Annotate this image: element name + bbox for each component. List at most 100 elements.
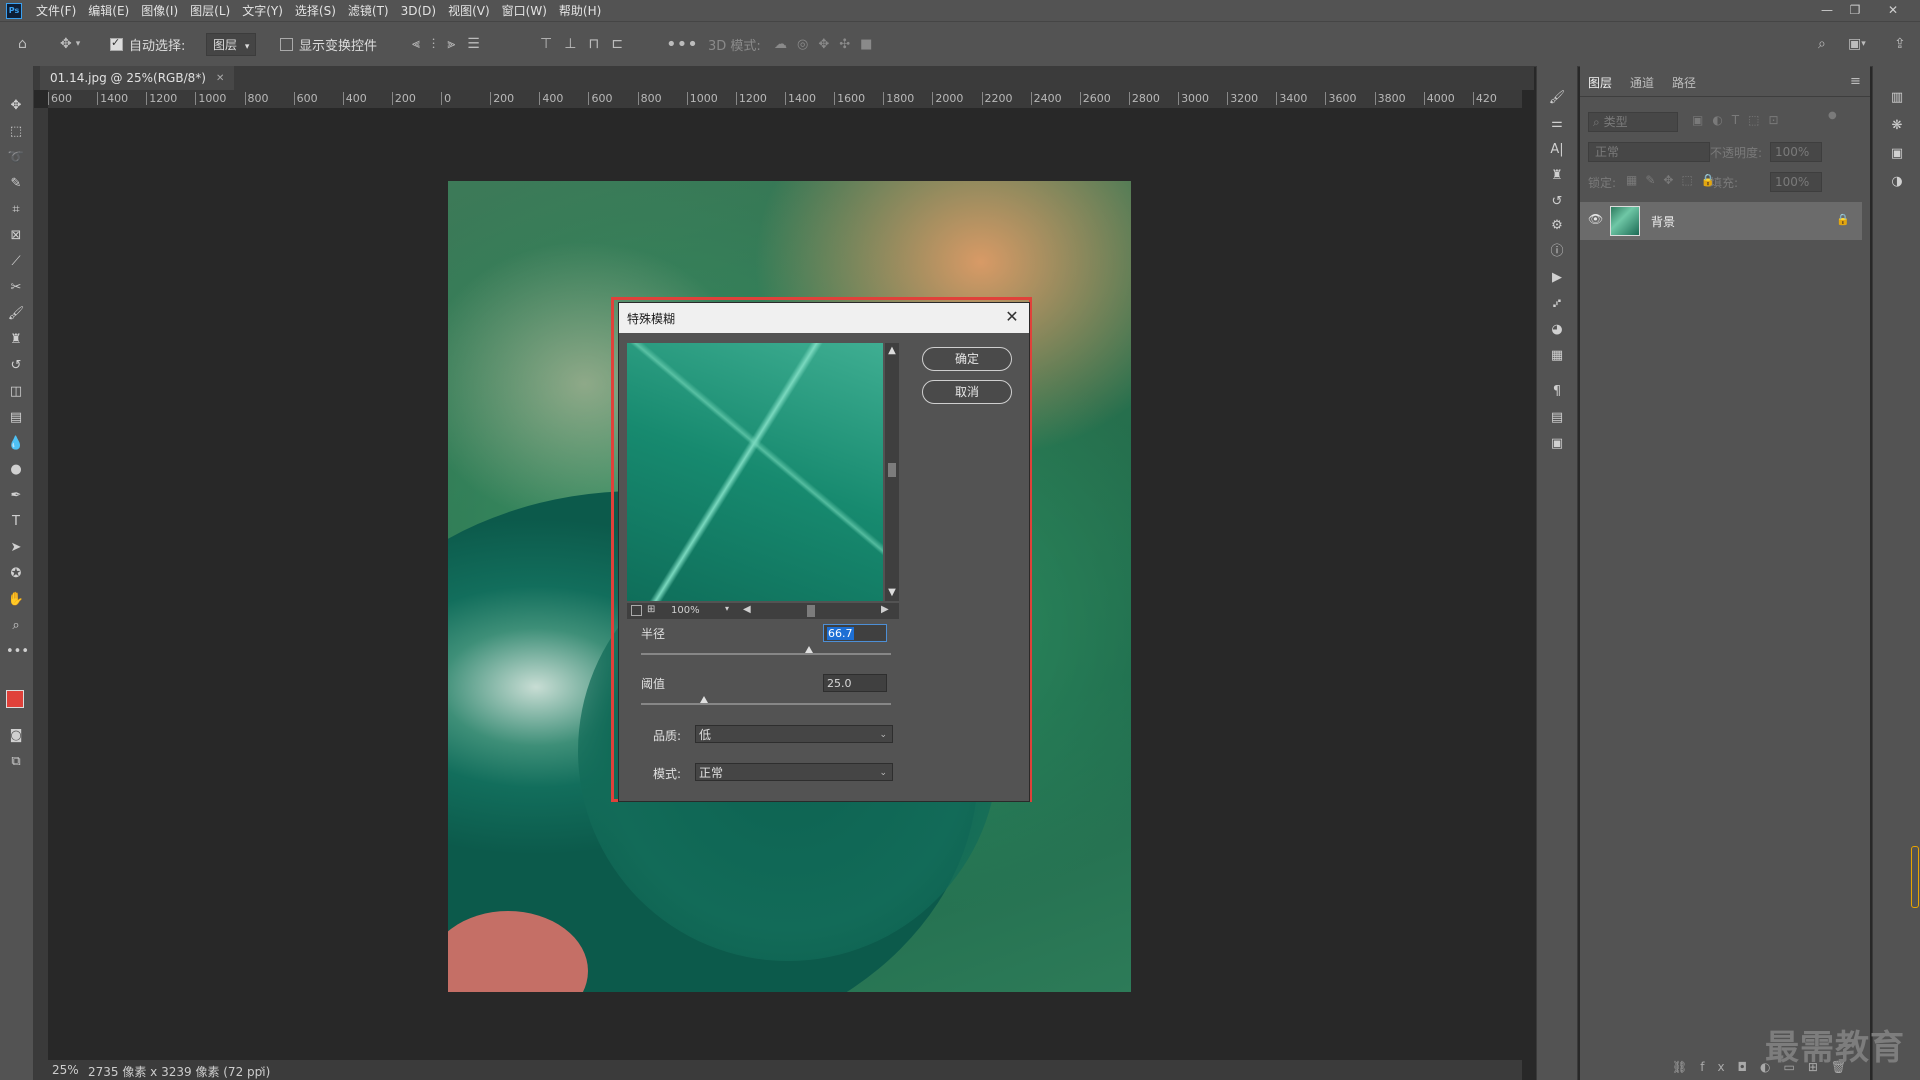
- type-tool-icon[interactable]: T: [6, 512, 26, 532]
- tab-layers[interactable]: 图层: [1588, 74, 1612, 91]
- tab-paths[interactable]: 路径: [1672, 74, 1696, 91]
- notes-icon[interactable]: ▣: [1547, 434, 1567, 454]
- threshold-slider[interactable]: [641, 696, 891, 705]
- adjustments-icon[interactable]: ⚌: [1547, 114, 1567, 134]
- path-select-tool-icon[interactable]: ➤: [6, 538, 26, 558]
- brush-tool-icon[interactable]: 🖌: [6, 304, 26, 324]
- search-icon[interactable]: ⌕: [1818, 22, 1826, 66]
- cancel-button[interactable]: 取消: [922, 380, 1012, 404]
- color-icon[interactable]: ◕: [1547, 320, 1567, 340]
- document-tab[interactable]: 01.14.jpg @ 25%(RGB/8*) ✕: [40, 66, 235, 90]
- character-icon[interactable]: A|: [1547, 140, 1567, 160]
- more-options-icon[interactable]: •••: [666, 22, 698, 66]
- menu-select[interactable]: 选择(S): [289, 2, 342, 19]
- menu-3d[interactable]: 3D(D): [395, 4, 442, 18]
- distribute-buttons[interactable]: ⊤⊥⊓⊏: [540, 22, 635, 66]
- close-icon[interactable]: ✕: [1001, 306, 1023, 328]
- clone-stamp-tool-icon[interactable]: ♜: [6, 330, 26, 350]
- scroll-down-icon[interactable]: ▼: [886, 587, 898, 599]
- move-tool-icon[interactable]: ✥: [6, 96, 26, 116]
- paragraph-icon[interactable]: ¶: [1547, 382, 1567, 402]
- move-tool-preset-icon[interactable]: ✥ ▾: [60, 22, 80, 66]
- fill-input[interactable]: 100%: [1770, 172, 1822, 192]
- tab-channels[interactable]: 通道: [1630, 74, 1654, 91]
- lasso-tool-icon[interactable]: ➰: [6, 148, 26, 168]
- scroll-indicator[interactable]: [1911, 846, 1919, 908]
- menu-help[interactable]: 帮助(H): [553, 2, 607, 19]
- frame-tool-icon[interactable]: ⊠: [6, 226, 26, 246]
- pen-tool-icon[interactable]: ✒: [6, 486, 26, 506]
- menu-window[interactable]: 窗口(W): [496, 2, 553, 19]
- auto-select-checkbox[interactable]: 自动选择:: [110, 22, 185, 66]
- opacity-input[interactable]: 100%: [1770, 142, 1822, 162]
- scroll-right-icon[interactable]: ▶: [881, 604, 889, 615]
- blend-mode-select[interactable]: 正常: [1588, 142, 1710, 162]
- h-scroll-thumb[interactable]: [807, 605, 815, 617]
- threshold-input[interactable]: 25.0: [823, 674, 887, 692]
- filter-kind-select[interactable]: ⌕ 类型: [1588, 112, 1678, 132]
- brush-settings-icon[interactable]: 🖌: [1547, 88, 1567, 108]
- adjust-icon[interactable]: ◑: [1887, 172, 1907, 192]
- zoom-tool-icon[interactable]: ⌕: [6, 616, 26, 636]
- scroll-thumb[interactable]: [888, 463, 896, 477]
- panel-menu-icon[interactable]: ≡: [1850, 74, 1861, 89]
- healing-tool-icon[interactable]: ✂: [6, 278, 26, 298]
- layer-row-background[interactable]: 👁 背景 🔒: [1580, 202, 1862, 240]
- history-brush-tool-icon[interactable]: ↺: [6, 356, 26, 376]
- menu-image[interactable]: 图像(I): [135, 2, 184, 19]
- 3d-mode-icons[interactable]: ☁◎✥✣■: [774, 22, 882, 66]
- show-transform-checkbox[interactable]: 显示变换控件: [280, 22, 377, 66]
- menu-layer[interactable]: 图层(L): [184, 2, 236, 19]
- quick-mask-icon[interactable]: ◙: [6, 726, 26, 746]
- clone-source-icon[interactable]: ♜: [1547, 166, 1567, 186]
- scroll-left-icon[interactable]: ◀: [743, 604, 751, 615]
- photoshop-logo[interactable]: Ps: [6, 2, 22, 19]
- edit-toolbar-icon[interactable]: •••: [6, 642, 29, 662]
- zoom-level[interactable]: 25%: [52, 1063, 79, 1077]
- quick-select-tool-icon[interactable]: ✎: [6, 174, 26, 194]
- histogram-icon[interactable]: ▥: [1887, 88, 1907, 108]
- align-buttons[interactable]: ⫷⫶⫸☰: [412, 22, 492, 66]
- preview-image[interactable]: [627, 343, 883, 601]
- properties-icon[interactable]: ⚙: [1547, 216, 1567, 236]
- restore-icon[interactable]: ❐: [1842, 0, 1868, 21]
- radius-input[interactable]: 66.7: [823, 624, 887, 642]
- menu-edit[interactable]: 编辑(E): [82, 2, 135, 19]
- zoom-out-icon[interactable]: [631, 605, 642, 616]
- zoom-in-icon[interactable]: ⊞: [647, 604, 655, 615]
- libraries-icon[interactable]: ▣: [1887, 144, 1907, 164]
- threshold-slider-knob[interactable]: [699, 696, 708, 703]
- menu-file[interactable]: 文件(F): [30, 2, 82, 19]
- glyphs-icon[interactable]: ▤: [1547, 408, 1567, 428]
- radius-slider[interactable]: [641, 646, 891, 655]
- status-arrow-icon[interactable]: ›: [260, 1062, 265, 1076]
- shape-tool-icon[interactable]: ✪: [6, 564, 26, 584]
- navigator-icon[interactable]: ❋: [1887, 116, 1907, 136]
- menu-filter[interactable]: 滤镜(T): [342, 2, 395, 19]
- gradient-tool-icon[interactable]: ▤: [6, 408, 26, 428]
- workspace-icon[interactable]: ▣ ▾: [1848, 22, 1866, 66]
- marquee-tool-icon[interactable]: ⬚: [6, 122, 26, 142]
- home-icon[interactable]: ⌂: [18, 22, 27, 66]
- filter-icons[interactable]: ▣◐T⬚⊡: [1692, 113, 1788, 127]
- menu-type[interactable]: 文字(Y): [236, 2, 289, 19]
- close-tab-icon[interactable]: ✕: [216, 73, 224, 84]
- actions-icon[interactable]: ▶: [1547, 268, 1567, 288]
- dodge-tool-icon[interactable]: ●: [6, 460, 26, 480]
- share-icon[interactable]: ⇪: [1894, 22, 1906, 66]
- eye-icon[interactable]: 👁: [1588, 212, 1603, 226]
- auto-select-dropdown[interactable]: 图层 ▾: [206, 22, 257, 66]
- eraser-tool-icon[interactable]: ◫: [6, 382, 26, 402]
- styles-icon[interactable]: ⑇: [1547, 294, 1567, 314]
- quality-select[interactable]: 低 ⌄: [695, 725, 893, 743]
- close-window-icon[interactable]: ✕: [1880, 0, 1906, 21]
- screen-mode-icon[interactable]: ⧉: [6, 752, 26, 772]
- eyedropper-tool-icon[interactable]: ⟋: [6, 252, 26, 272]
- menu-view[interactable]: 视图(V): [442, 2, 496, 19]
- zoom-dropdown-icon[interactable]: ▾: [725, 604, 729, 613]
- crop-tool-icon[interactable]: ⌗: [6, 200, 26, 220]
- info-icon[interactable]: ⓘ: [1547, 242, 1567, 262]
- ok-button[interactable]: 确定: [922, 347, 1012, 371]
- radius-slider-knob[interactable]: [804, 646, 813, 653]
- minimize-icon[interactable]: —: [1814, 0, 1840, 21]
